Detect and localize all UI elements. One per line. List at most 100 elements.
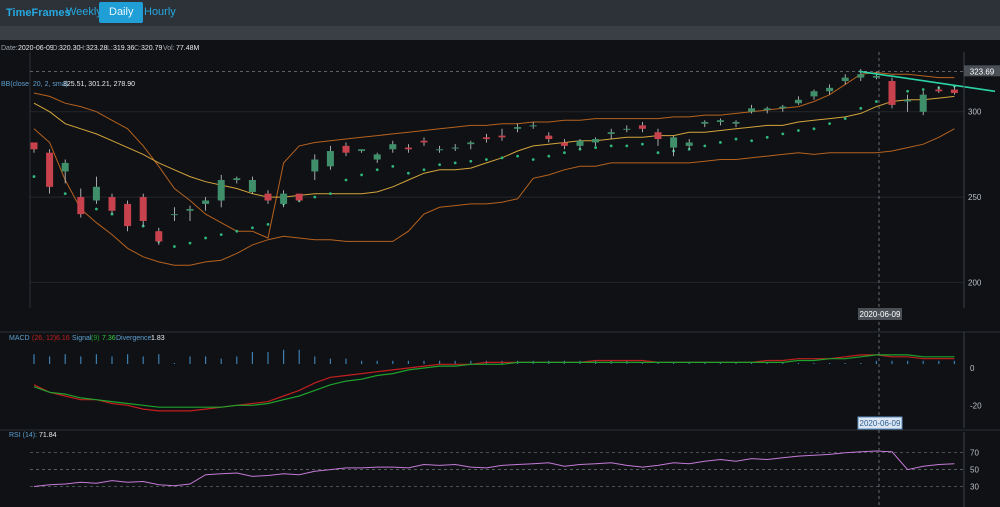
divergence-bar: [49, 356, 51, 364]
divergence-bar: [470, 360, 472, 364]
candle-body: [248, 180, 256, 192]
divergence-bar: [407, 360, 409, 364]
tab-hourly[interactable]: Hourly: [134, 2, 186, 23]
rsi-line: [33, 450, 955, 487]
divergence-bar: [673, 363, 675, 364]
divergence-bar: [953, 360, 955, 364]
divergence-bar: [719, 363, 721, 364]
sar-dot: [313, 195, 317, 199]
divergence-bar: [938, 360, 940, 364]
candle: [217, 174, 225, 208]
divergence-bar: [735, 363, 737, 364]
sar-dot: [828, 122, 831, 126]
candle: [732, 120, 740, 128]
candle-body: [592, 139, 600, 143]
rsi-label: RSI (14):: [9, 432, 37, 439]
candle: [638, 121, 646, 133]
divergence-bar: [329, 358, 331, 364]
candle-body: [763, 108, 771, 111]
candle: [389, 140, 397, 153]
candle-body: [794, 99, 802, 104]
sar-dot: [453, 161, 457, 165]
candle: [451, 144, 459, 151]
candle-body: [841, 77, 849, 82]
candle-body: [826, 87, 834, 92]
candle-body: [342, 145, 350, 153]
candle: [420, 137, 428, 146]
candle-body: [560, 142, 568, 146]
candle: [248, 176, 256, 194]
sar-dot: [266, 222, 270, 226]
candle-body: [451, 147, 459, 149]
sar-dot: [469, 159, 473, 163]
divergence-bar: [751, 363, 753, 364]
sar-dot: [656, 151, 660, 155]
sar-dot: [516, 154, 519, 158]
macd-line: [33, 354, 955, 412]
sar-dot: [329, 192, 332, 196]
sar-dot: [812, 127, 816, 131]
divergence-bar: [829, 363, 831, 364]
divergence-bar: [844, 363, 846, 364]
candle-body: [404, 147, 412, 150]
divergence-bar: [782, 363, 784, 364]
sar-dot: [219, 233, 223, 237]
candle-body: [498, 135, 506, 138]
candle: [124, 200, 132, 232]
sar-dot: [438, 163, 441, 167]
candle-body: [748, 108, 756, 112]
sar-dot: [173, 245, 176, 248]
candle-body: [217, 180, 225, 201]
candle: [30, 142, 38, 153]
divergence-bar: [891, 360, 893, 364]
candle-body: [576, 140, 584, 146]
candle-body: [420, 140, 428, 143]
stock-chart[interactable]: Date: 2020-06-09 O: 320.30 H: 323.28 L: …: [0, 40, 1000, 507]
sar-dot: [204, 236, 208, 240]
candle-body: [389, 144, 397, 150]
divergence-bar: [142, 356, 144, 364]
candle-body: [202, 200, 210, 204]
sar-dot: [391, 164, 395, 168]
price-tick-label: 250: [968, 193, 982, 202]
candle-body: [935, 89, 943, 92]
candle-body: [295, 193, 303, 201]
divergence-bar: [641, 363, 643, 364]
divergence-bar: [688, 363, 690, 364]
sar-dot: [750, 139, 753, 143]
info-low: 319.36: [113, 45, 135, 52]
info-high: 323.28: [86, 45, 108, 52]
rsi-value: 71.84: [39, 432, 57, 439]
rsi-tick-label: 50: [970, 466, 979, 475]
candle: [607, 128, 615, 140]
candle-body: [529, 125, 537, 127]
candle-body: [701, 121, 709, 124]
candle-body: [810, 91, 818, 97]
date-marker-main-text: 2020-06-09: [860, 310, 901, 319]
macd-label: MACD: [9, 335, 30, 342]
candle: [888, 77, 896, 109]
candle: [560, 139, 568, 150]
candle: [514, 123, 522, 133]
macd-tick-label: 0: [970, 364, 975, 373]
divergence-bar: [251, 352, 253, 364]
divergence-bar: [267, 352, 269, 364]
date-marker-macd: 2020-06-09: [857, 416, 903, 430]
info-open: 320.30: [59, 45, 81, 52]
sar-dot: [407, 171, 410, 175]
divergence-bar: [704, 363, 706, 364]
candle: [170, 207, 178, 221]
divergence-bar: [376, 360, 378, 364]
candle: [904, 94, 912, 112]
sar-dot: [641, 142, 644, 146]
candle-body: [436, 149, 444, 151]
candle-body: [155, 231, 163, 242]
candle: [342, 142, 350, 157]
sar-dot: [719, 141, 722, 144]
sar-dot: [344, 178, 348, 182]
bb-upper-line: [33, 71, 955, 239]
candle-body: [482, 137, 490, 140]
candle-body: [716, 120, 724, 122]
divergence-bar: [922, 360, 924, 364]
candle: [61, 159, 69, 184]
